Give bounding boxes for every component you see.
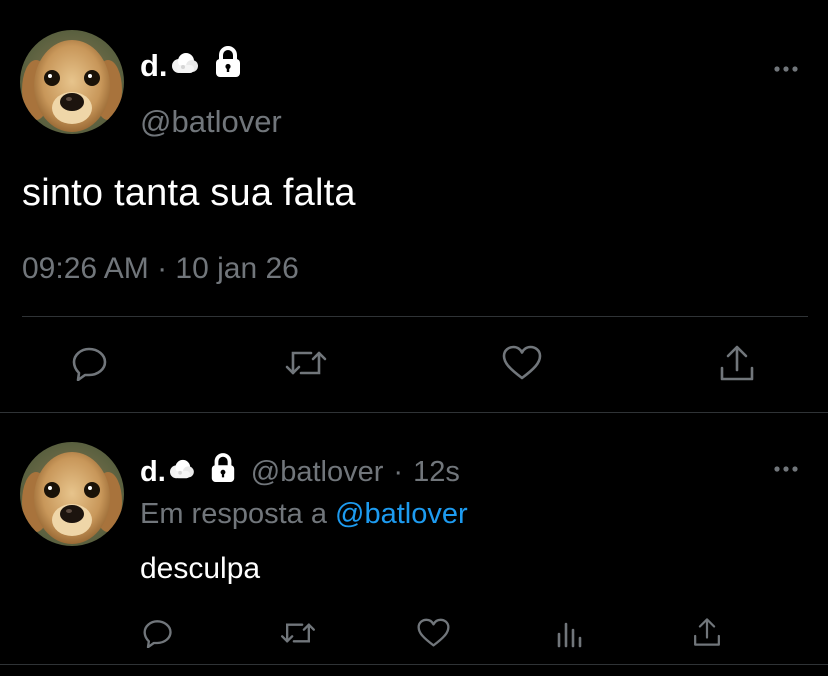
cloud-emoji-icon bbox=[167, 456, 195, 489]
display-name: d. bbox=[140, 48, 168, 83]
avatar[interactable] bbox=[20, 30, 124, 134]
share-icon[interactable] bbox=[692, 616, 722, 653]
tweet-timestamp[interactable]: 09:26 AM · 10 jan 26 bbox=[22, 252, 299, 286]
mention-link[interactable]: @batlover bbox=[335, 498, 468, 530]
reply-icon[interactable] bbox=[143, 618, 173, 653]
handle[interactable]: @batlover bbox=[140, 104, 282, 140]
like-icon[interactable] bbox=[417, 618, 450, 653]
divider bbox=[0, 664, 828, 665]
separator: · bbox=[393, 455, 404, 488]
main-tweet: d. @batlover sinto tanta sua falta 09:26… bbox=[0, 0, 828, 413]
avatar[interactable] bbox=[20, 442, 124, 546]
like-icon[interactable] bbox=[502, 345, 542, 386]
tweet-thread: d. @batlover sinto tanta sua falta 09:26… bbox=[0, 0, 828, 676]
display-name[interactable]: d. bbox=[140, 456, 166, 489]
divider bbox=[0, 412, 828, 413]
retweet-icon[interactable] bbox=[280, 618, 316, 653]
replying-to: Em resposta a @batlover bbox=[140, 498, 468, 531]
puppy-avatar-image bbox=[20, 442, 124, 546]
tweet-text: sinto tanta sua falta bbox=[22, 172, 356, 214]
lock-icon bbox=[209, 453, 237, 491]
display-name-row[interactable]: d. bbox=[140, 46, 243, 86]
lock-icon bbox=[213, 46, 243, 86]
reply-icon[interactable] bbox=[72, 345, 108, 386]
puppy-avatar-image bbox=[20, 30, 124, 134]
tweet-time[interactable]: 12s bbox=[413, 456, 460, 489]
reply-header-row: d. @batlover · 12s bbox=[140, 452, 460, 492]
views-icon[interactable] bbox=[555, 618, 585, 653]
more-options-icon[interactable] bbox=[773, 460, 799, 478]
divider bbox=[22, 316, 808, 317]
replying-to-label: Em resposta a bbox=[140, 498, 327, 530]
retweet-icon[interactable] bbox=[285, 345, 327, 386]
cloud-emoji-icon bbox=[169, 48, 199, 84]
tweet-text: desculpa bbox=[140, 552, 261, 585]
share-icon[interactable] bbox=[718, 343, 756, 388]
more-options-icon[interactable] bbox=[773, 60, 799, 78]
handle[interactable]: @batlover bbox=[251, 456, 384, 489]
